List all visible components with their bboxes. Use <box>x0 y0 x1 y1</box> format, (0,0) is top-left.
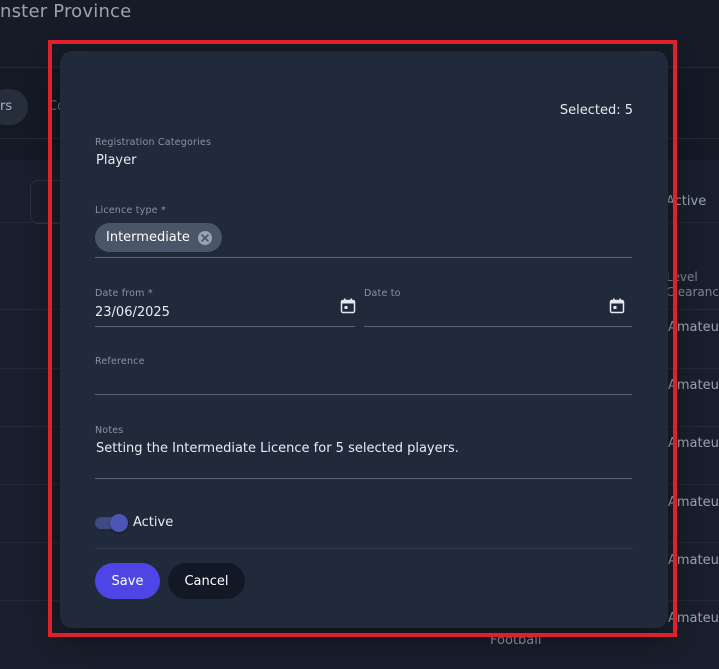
level-clearance-header-line2: Clearance <box>666 285 719 299</box>
date-from-label: Date from * <box>95 288 153 299</box>
level-clearance-header-line1: Level <box>666 270 698 284</box>
toggle-thumb <box>110 514 128 532</box>
selected-count: Selected: 5 <box>559 103 633 118</box>
app-page: nster Province rs Co Active Level Cleara… <box>0 0 719 669</box>
table-cell: Amateur <box>668 611 719 626</box>
table-cell: Amateur <box>668 436 719 451</box>
table-cell: Amateur <box>668 378 719 393</box>
licence-type-input[interactable] <box>95 257 632 258</box>
dialog-divider <box>95 548 633 549</box>
licence-type-chip-label: Intermediate <box>106 230 190 245</box>
notes-underline <box>95 478 632 479</box>
calendar-icon[interactable] <box>609 298 625 314</box>
notes-label: Notes <box>95 425 124 436</box>
table-cell: Amateur <box>668 495 719 510</box>
reference-underline <box>95 394 632 395</box>
date-from-underline <box>95 326 355 327</box>
cancel-button[interactable]: Cancel <box>168 563 245 599</box>
registration-categories-value: Player <box>96 153 137 168</box>
reference-label: Reference <box>95 356 145 367</box>
table-cell: Football <box>490 633 542 648</box>
notes-textarea[interactable]: Setting the Intermediate Licence for 5 s… <box>96 441 459 456</box>
active-column-header[interactable]: Active <box>666 194 706 209</box>
page-title: nster Province <box>0 1 132 22</box>
table-cell: Amateur <box>668 320 719 335</box>
registration-categories-label: Registration Categories <box>95 137 212 148</box>
set-licence-dialog: Selected: 5 Registration Categories Play… <box>60 51 668 628</box>
date-to-label: Date to <box>364 288 401 299</box>
filter-chip-label: rs <box>0 99 13 114</box>
licence-type-chip[interactable]: Intermediate <box>95 223 222 252</box>
calendar-icon[interactable] <box>340 298 356 314</box>
close-icon[interactable] <box>197 230 212 245</box>
close-icon-glyph <box>201 233 209 242</box>
licence-type-label: Licence type * <box>95 205 166 216</box>
active-toggle[interactable] <box>95 514 128 532</box>
table-cell: Amateur <box>668 553 719 568</box>
date-to-underline <box>364 326 632 327</box>
date-from-input[interactable]: 23/06/2025 <box>95 305 170 320</box>
active-toggle-label: Active <box>133 515 174 530</box>
save-button[interactable]: Save <box>95 563 160 599</box>
